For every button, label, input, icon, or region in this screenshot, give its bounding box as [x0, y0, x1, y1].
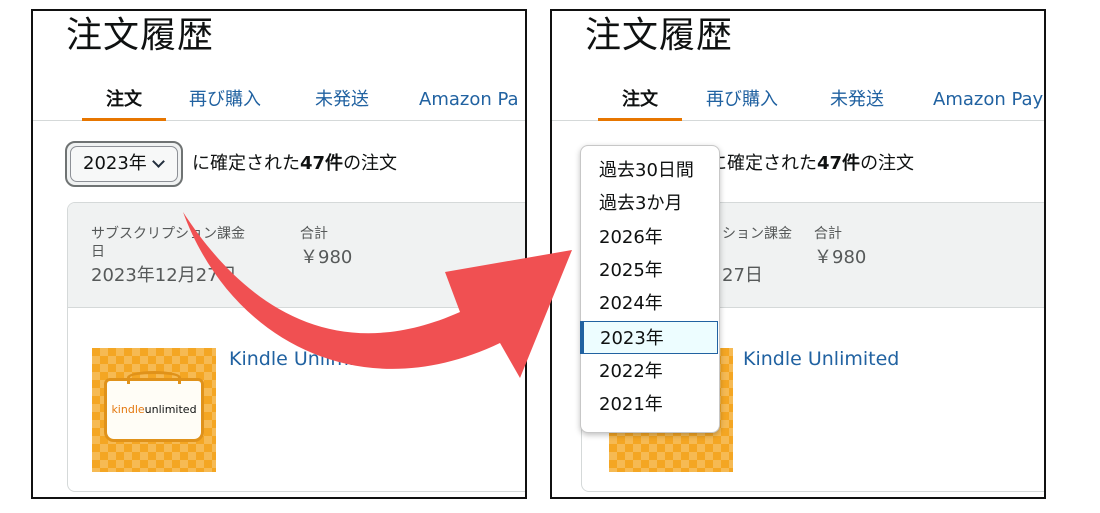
dropdown-option-last-3-months[interactable]: 過去3か月 [581, 187, 719, 220]
page-title: 注文履歴 [585, 15, 734, 56]
tab-amazon-pay[interactable]: Amazon Pa [419, 87, 519, 113]
chevron-down-icon [151, 155, 165, 168]
order-date: 2023年12月27日 [91, 265, 237, 286]
year-dropdown-menu: 過去30日間 過去3か月 2026年 2025年 2024年 2023年 202… [580, 145, 720, 433]
kindle-unlimited-logo: kindleunlimited [111, 403, 197, 416]
tab-not-shipped[interactable]: 未発送 [315, 87, 369, 113]
dropdown-option-2021[interactable]: 2021年 [581, 388, 719, 421]
tab-amazon-pay[interactable]: Amazon Pay [933, 87, 1043, 113]
order-count: 47件 [817, 153, 861, 174]
order-date: 27日 [722, 265, 763, 286]
product-link[interactable]: Kindle Unlimited [229, 347, 385, 371]
order-card: サブスクリプション課金日 2023年12月27日 合計 ￥980 kindleu… [67, 202, 525, 492]
dropdown-option-2026[interactable]: 2026年 [581, 221, 719, 254]
right-screenshot-panel: 注文履歴 注文 再び購入 未発送 Amazon Pay に確定された47件の注文… [550, 9, 1046, 499]
order-count-text: に確定された47件の注文 [709, 153, 915, 174]
year-select-value: 2023年 [83, 153, 147, 174]
tab-buy-again[interactable]: 再び購入 [189, 87, 261, 113]
tab-orders[interactable]: 注文 [82, 87, 166, 121]
order-filter-row: 2023年 に確定された47件の注文 [65, 141, 525, 189]
order-total-label: 合計 [814, 226, 842, 242]
book-icon: kindleunlimited [104, 371, 204, 442]
product-link[interactable]: Kindle Unlimited [743, 347, 899, 371]
kindle-unlimited-image[interactable]: kindleunlimited [92, 348, 216, 472]
tab-orders[interactable]: 注文 [598, 87, 682, 121]
tab-buy-again[interactable]: 再び購入 [706, 87, 778, 113]
page-title: 注文履歴 [66, 15, 215, 56]
dropdown-option-2023-selected[interactable]: 2023年 [580, 321, 718, 354]
order-count-text: に確定された47件の注文 [192, 153, 398, 174]
order-type-label: ション課金 [722, 226, 792, 242]
year-select[interactable]: 2023年 [65, 141, 183, 187]
dropdown-option-2022[interactable]: 2022年 [581, 355, 719, 388]
order-type-label: サブスクリプション課金日 [91, 226, 245, 260]
dropdown-option-2025[interactable]: 2025年 [581, 254, 719, 287]
order-total-value: ￥980 [300, 247, 353, 268]
order-count: 47件 [300, 153, 344, 174]
tab-not-shipped[interactable]: 未発送 [830, 87, 884, 113]
left-screenshot-panel: 注文履歴 注文 再び購入 未発送 Amazon Pa 2023年 に確定された4… [31, 9, 527, 499]
order-card-header: サブスクリプション課金日 2023年12月27日 合計 ￥980 [68, 203, 525, 308]
order-total-label: 合計 [300, 226, 328, 242]
order-total-value: ￥980 [814, 247, 867, 268]
order-tabs: 注文 再び購入 未発送 Amazon Pa [33, 87, 525, 121]
dropdown-option-2024[interactable]: 2024年 [581, 287, 719, 320]
order-tabs: 注文 再び購入 未発送 Amazon Pay [552, 87, 1044, 121]
dropdown-option-last-30-days[interactable]: 過去30日間 [581, 154, 719, 187]
